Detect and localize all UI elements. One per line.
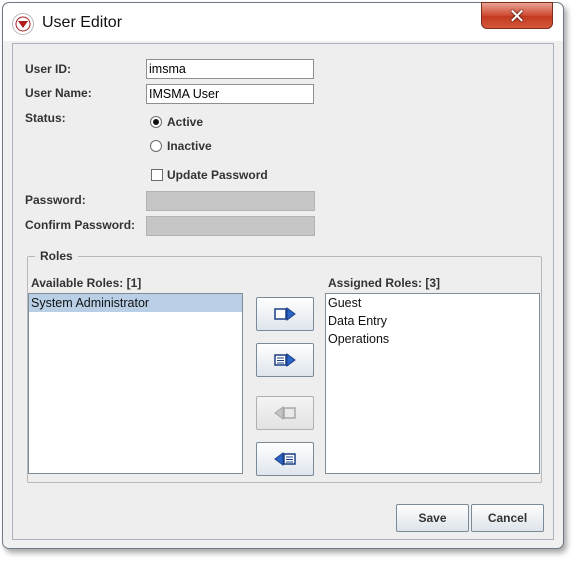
close-button[interactable]: ✕ <box>481 2 553 29</box>
password-label: Password: <box>25 193 86 207</box>
list-item[interactable]: Operations <box>326 330 539 348</box>
radio-selected-dot <box>153 119 159 125</box>
password-field <box>146 191 315 211</box>
assigned-roles-label: Assigned Roles: [3] <box>328 276 441 290</box>
status-label: Status: <box>25 111 66 125</box>
status-active-radio[interactable] <box>150 116 162 128</box>
move-all-left-button[interactable] <box>256 442 314 476</box>
save-button[interactable]: Save <box>396 504 469 532</box>
move-right-button[interactable] <box>256 297 314 331</box>
close-icon: ✕ <box>508 3 526 28</box>
move-right-icon <box>274 307 296 321</box>
dialog-content: User ID: imsma User Name: IMSMA User Sta… <box>12 43 554 540</box>
cancel-button[interactable]: Cancel <box>471 504 544 532</box>
user-name-label: User Name: <box>25 86 92 100</box>
move-left-icon <box>274 406 296 420</box>
user-name-field[interactable]: IMSMA User <box>146 84 314 104</box>
available-roles-list[interactable]: System Administrator <box>28 293 243 474</box>
list-item[interactable]: Data Entry <box>326 312 539 330</box>
move-all-left-icon <box>274 452 296 466</box>
user-id-label: User ID: <box>25 62 72 76</box>
user-editor-window: User Editor ✕ User ID: imsma User Name: … <box>2 2 564 549</box>
move-all-right-button[interactable] <box>256 343 314 377</box>
move-all-right-icon <box>274 353 296 367</box>
imsma-logo-icon <box>12 13 34 35</box>
update-password-checkbox[interactable] <box>151 169 163 181</box>
available-roles-label: Available Roles: [1] <box>31 276 142 290</box>
move-left-button <box>256 396 314 430</box>
confirm-password-field <box>146 216 315 236</box>
update-password-label[interactable]: Update Password <box>167 168 268 182</box>
assigned-roles-list[interactable]: Guest Data Entry Operations <box>325 293 540 474</box>
roles-group-title: Roles <box>35 249 78 263</box>
window-title: User Editor <box>42 14 123 31</box>
list-item[interactable]: System Administrator <box>29 294 242 312</box>
status-inactive-label[interactable]: Inactive <box>167 139 212 153</box>
status-inactive-radio[interactable] <box>150 140 162 152</box>
confirm-password-label: Confirm Password: <box>25 218 136 232</box>
list-item[interactable]: Guest <box>326 294 539 312</box>
user-id-field[interactable]: imsma <box>146 59 314 79</box>
title-bar: User Editor ✕ <box>3 2 563 41</box>
status-active-label[interactable]: Active <box>167 115 203 129</box>
